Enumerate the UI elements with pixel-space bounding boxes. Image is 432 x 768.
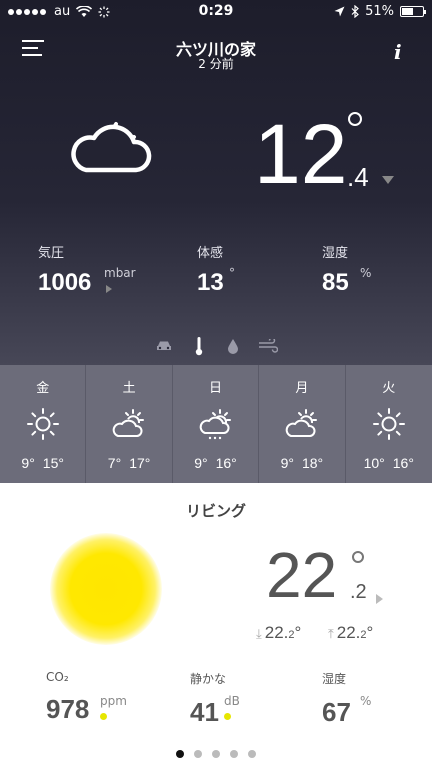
pressure-unit: mbar: [104, 266, 136, 280]
info-icon: i: [394, 40, 402, 64]
noise-unit: dB: [224, 694, 240, 708]
forecast-high: 16°: [215, 455, 237, 471]
indoor-max-value: 22.: [336, 623, 361, 642]
forecast-day[interactable]: 火 10° 16°: [346, 365, 432, 483]
page-dot[interactable]: [230, 750, 238, 758]
indoor-humidity-unit: %: [360, 694, 372, 708]
forecast-day-name: 日: [208, 381, 222, 396]
pressure-value: 1006: [38, 269, 92, 296]
page-dot[interactable]: [194, 750, 202, 758]
location-arrow-icon: [334, 6, 345, 17]
noise-label: 静かな: [190, 672, 227, 686]
trend-stable-icon: [376, 594, 383, 604]
forecast-day[interactable]: 日 9° 16°: [173, 365, 260, 483]
indoor-panel: リビング 22 .2 ⤓ 22.2° ⤒ 22.2° CO₂ 978 ppm 静かな…: [0, 483, 432, 768]
last-updated: 2 分前: [198, 57, 234, 71]
indoor-min-value: 22.: [264, 623, 289, 642]
indoor-humidity-label: 湿度: [322, 672, 347, 686]
trend-down-icon: [382, 176, 394, 184]
battery-icon: [400, 6, 426, 17]
forecast-low: 7°: [107, 455, 122, 471]
feels-like-label: 体感: [197, 246, 224, 261]
module-selector: [0, 336, 432, 356]
forecast-low: 9°: [280, 455, 294, 471]
degree-icon: [352, 551, 364, 563]
forecast-day-name: 月: [295, 381, 309, 396]
forecast-day-name: 火: [382, 381, 396, 396]
wind-icon[interactable]: [258, 339, 278, 353]
forecast-high: 16°: [392, 455, 414, 471]
sun-icon: [27, 408, 59, 440]
feels-like-value: 13: [197, 269, 224, 296]
page-dot[interactable]: [248, 750, 256, 758]
room-name: リビング: [185, 502, 246, 520]
indoor-max: ⤒ 22.2°: [328, 623, 374, 642]
status-bar: au 0:29 51%: [0, 0, 432, 24]
forecast-low: 9°: [194, 455, 208, 471]
indoor-min-decimal: 2: [288, 629, 295, 641]
arrow-up-icon: ⤒: [328, 626, 334, 641]
noise-value: 41: [190, 697, 219, 727]
co2-unit: ppm: [100, 694, 127, 708]
pressure-label: 気圧: [38, 246, 65, 261]
outdoor-temperature: 12: [254, 107, 348, 201]
forecast-low: 9°: [21, 455, 35, 471]
feels-like-unit: °: [229, 266, 235, 280]
forecast-high: 18°: [301, 455, 324, 471]
co2-value: 978: [46, 694, 90, 724]
noise-metric[interactable]: 静かな 41 dB: [190, 670, 240, 728]
outdoor-humidity-value: 85: [322, 269, 349, 296]
pressure-trend-icon: [106, 285, 112, 293]
outdoor-panel: au 0:29 51% 六ツ川の家 2 分前 i 12 .4 気圧 1006 m…: [0, 0, 432, 365]
info-button[interactable]: i: [394, 40, 408, 64]
co2-metric[interactable]: CO₂ 978 ppm: [46, 670, 127, 725]
outdoor-temperature-decimal: .4: [347, 162, 369, 192]
thermometer-icon[interactable]: [195, 336, 203, 356]
co2-label: CO₂: [46, 670, 69, 684]
sun-icon: [372, 408, 405, 440]
car-icon[interactable]: [156, 340, 172, 352]
bluetooth-icon: [351, 5, 359, 18]
cloud-night-icon: [71, 122, 152, 173]
forecast-temps: 9° 16°: [173, 455, 258, 471]
air-quality-sun-icon: [50, 533, 162, 645]
sun-cloud-icon: [113, 409, 145, 437]
forecast-temps: 9° 15°: [0, 455, 85, 471]
forecast-day[interactable]: 金 9° 15°: [0, 365, 87, 483]
status-right: 51%: [334, 4, 426, 19]
page-indicator: [0, 743, 432, 762]
indoor-max-decimal: 2: [360, 629, 367, 641]
page-dot[interactable]: [176, 750, 184, 758]
arrow-down-icon: ⤓: [256, 626, 262, 641]
forecast-day-name: 土: [122, 381, 136, 396]
sun-cloud-icon: [285, 409, 318, 437]
outdoor-humidity-label: 湿度: [322, 246, 349, 261]
forecast-day-name: 金: [36, 381, 50, 396]
indoor-min: ⤓ 22.2°: [256, 623, 302, 642]
degree-icon: [348, 112, 362, 126]
outdoor-humidity-unit: %: [360, 266, 372, 280]
co2-indicator-dot: [100, 713, 107, 720]
forecast-day[interactable]: 土 7° 17°: [86, 365, 173, 483]
forecast-low: 10°: [363, 455, 385, 471]
indoor-temperature: 22: [266, 539, 338, 611]
sun-cloud-rain-icon: [199, 409, 231, 440]
forecast-temps: 9° 18°: [259, 455, 344, 471]
forecast-temps: 7° 17°: [86, 455, 171, 471]
forecast-high: 15°: [42, 455, 64, 471]
feels-like-metric[interactable]: 体感 13 °: [197, 242, 235, 297]
forecast-high: 17°: [129, 455, 151, 471]
forecast-strip: 金 9° 15° 土 7° 17° 日 9° 16° 月 9° 18° 火 10…: [0, 365, 432, 483]
outdoor-humidity-metric[interactable]: 湿度 85 %: [322, 242, 371, 297]
pressure-metric[interactable]: 気圧 1006 mbar: [38, 242, 136, 297]
noise-indicator-dot: [224, 713, 231, 720]
indoor-temperature-decimal: .2: [350, 581, 367, 603]
forecast-temps: 10° 16°: [346, 455, 432, 471]
drop-icon[interactable]: [227, 338, 239, 354]
indoor-humidity-value: 67: [322, 697, 351, 727]
indoor-humidity-metric[interactable]: 湿度 67 %: [322, 670, 371, 728]
forecast-day[interactable]: 月 9° 18°: [259, 365, 346, 483]
page-dot[interactable]: [212, 750, 220, 758]
battery-percent: 51%: [365, 4, 394, 19]
